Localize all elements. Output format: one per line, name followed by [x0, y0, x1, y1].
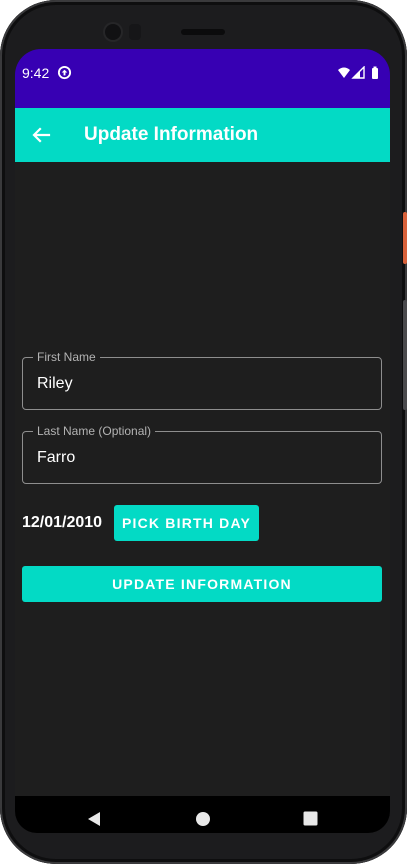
status-icons: [338, 66, 378, 79]
back-triangle-icon[interactable]: [86, 811, 102, 827]
sync-icon: [57, 65, 72, 80]
status-time: 9:42: [22, 65, 50, 81]
volume-button[interactable]: [403, 300, 407, 410]
last-name-label: Last Name (Optional): [33, 424, 156, 438]
status-bar: 9:42: [15, 49, 390, 108]
first-name-input[interactable]: [37, 372, 357, 396]
update-information-button[interactable]: UPDATE INFORMATION: [22, 566, 382, 602]
wifi-icon: [338, 67, 350, 78]
proximity-sensor: [129, 24, 141, 40]
device-screen: 9:42 Update Information First Name Riley…: [15, 49, 390, 833]
recents-square-icon[interactable]: [303, 811, 318, 826]
battery-icon: [372, 66, 378, 79]
arrow-back-icon[interactable]: [31, 125, 51, 145]
home-circle-icon[interactable]: [195, 811, 211, 827]
pick-birth-day-button[interactable]: PICK BIRTH DAY: [114, 505, 259, 541]
signal-icon: [351, 66, 365, 79]
page-title: Update Information: [84, 124, 259, 145]
last-name-input[interactable]: [37, 446, 357, 470]
navigation-bar: [15, 796, 390, 833]
birth-date-text: 12/01/2010: [22, 514, 103, 531]
phone-frame: 9:42 Update Information First Name Riley…: [0, 0, 407, 864]
earpiece-speaker: [181, 29, 225, 35]
first-name-field[interactable]: First Name: [22, 350, 382, 410]
form-content: First Name Last Name (Optional) 12/01/20…: [15, 162, 390, 796]
first-name-label: First Name: [33, 350, 100, 364]
front-camera: [105, 24, 121, 40]
power-button[interactable]: [403, 212, 407, 264]
app-bar: Update Information: [15, 108, 390, 162]
last-name-field[interactable]: Last Name (Optional): [22, 424, 382, 484]
